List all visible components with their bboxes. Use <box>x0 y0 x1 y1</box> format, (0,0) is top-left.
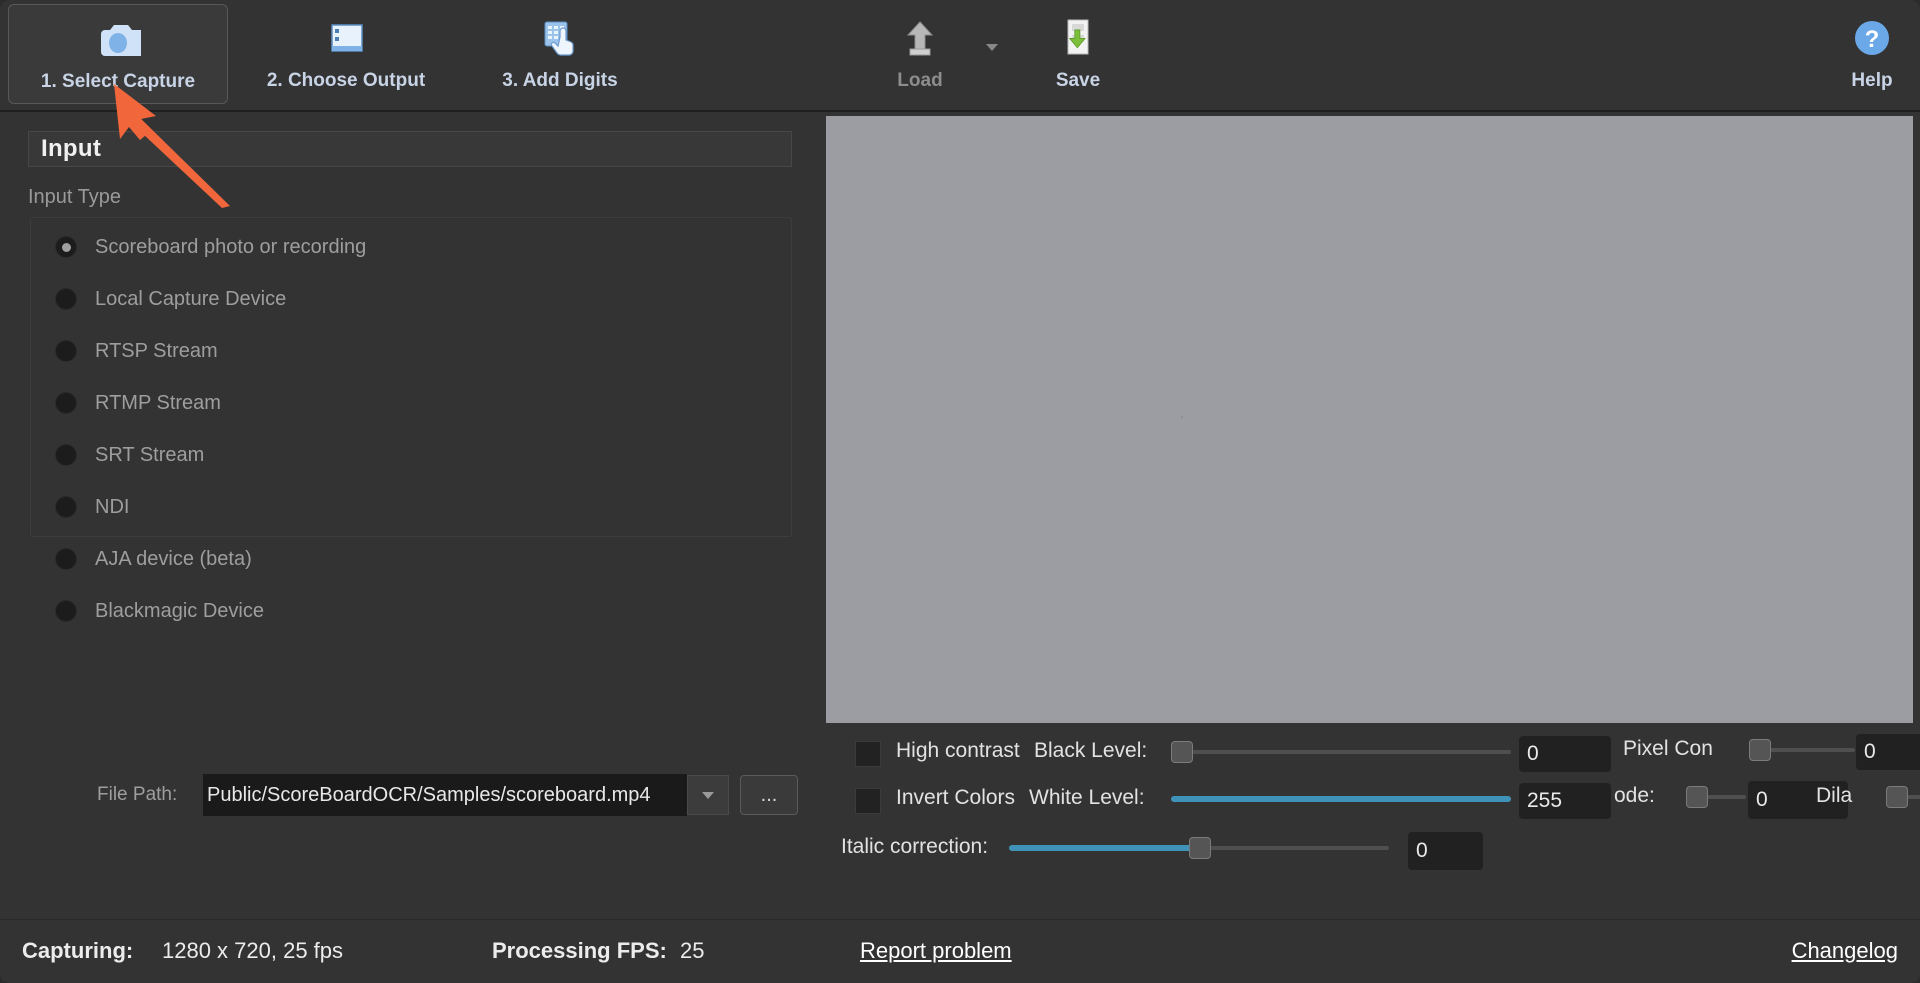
file-path-browse-button[interactable]: ... <box>740 775 798 815</box>
file-path-row: File Path: ... <box>0 774 824 816</box>
radio-indicator-icon <box>55 392 77 414</box>
keypad-hand-icon <box>538 14 582 62</box>
black-level-label: Black Level: <box>1034 739 1148 762</box>
help-button[interactable]: ? Help <box>1832 4 1912 104</box>
dilate-label: Dila <box>1816 784 1853 807</box>
input-type-label: Input Type <box>28 186 122 208</box>
input-group-title: Input <box>41 135 102 162</box>
input-group-header: Input <box>28 131 792 167</box>
invert-colors-checkbox[interactable] <box>855 788 881 814</box>
toolbar-step-choose-output[interactable]: 2. Choose Output <box>236 4 456 104</box>
capturing-label: Capturing: <box>22 938 134 963</box>
load-label: Load <box>897 70 943 91</box>
radio-rtsp-stream[interactable]: RTSP Stream <box>55 336 218 366</box>
video-preview-area[interactable] <box>826 116 1913 723</box>
radio-srt-stream[interactable]: SRT Stream <box>55 440 204 470</box>
radio-indicator-icon <box>55 600 77 622</box>
radio-label: AJA device (beta) <box>95 547 252 570</box>
processing-fps-label: Processing FPS: <box>492 938 667 963</box>
question-circle-icon: ? <box>1851 14 1893 62</box>
save-button[interactable]: Save <box>1018 4 1138 104</box>
load-button[interactable]: Load <box>860 4 980 104</box>
italic-correction-value[interactable]: 0 <box>1408 832 1483 870</box>
toolbar-step-label: 3. Add Digits <box>502 70 618 91</box>
main-toolbar: 1. Select Capture 2. Choose Output 3. Ad… <box>0 0 1920 112</box>
invert-colors-label: Invert Colors <box>896 786 1016 809</box>
radio-label: Local Capture Device <box>95 287 287 310</box>
white-level-value[interactable]: 255 <box>1519 783 1611 819</box>
radio-label: Blackmagic Device <box>95 599 264 622</box>
slider-fill <box>1009 845 1199 851</box>
file-path-input[interactable] <box>203 774 687 816</box>
toolbar-step-label: 1. Select Capture <box>40 71 196 92</box>
radio-label: Scoreboard photo or recording <box>95 235 367 258</box>
radio-aja-device[interactable]: AJA device (beta) <box>55 544 252 574</box>
slider-handle[interactable] <box>1686 786 1708 808</box>
camera-icon <box>95 15 141 63</box>
radio-indicator-icon <box>55 548 77 570</box>
radio-indicator-icon <box>55 236 77 258</box>
pixel-con-slider[interactable] <box>1749 739 1855 761</box>
radio-scoreboard-photo-or-recording[interactable]: Scoreboard photo or recording <box>55 232 366 262</box>
slider-handle[interactable] <box>1749 739 1771 761</box>
changelog-link[interactable]: Changelog <box>1792 938 1898 964</box>
slider-track <box>1171 750 1511 754</box>
high-contrast-label: High contrast <box>896 739 1020 762</box>
dilate-slider[interactable] <box>1886 786 1920 808</box>
radio-indicator-icon <box>55 288 77 310</box>
input-settings-panel: Input Input Type Scoreboard photo or rec… <box>0 114 824 919</box>
app-window: 1. Select Capture 2. Choose Output 3. Ad… <box>0 0 1920 983</box>
radio-label: NDI <box>95 495 130 518</box>
radio-label: SRT Stream <box>95 443 205 466</box>
black-level-value[interactable]: 0 <box>1519 736 1611 772</box>
radio-indicator-icon <box>55 340 77 362</box>
pixel-con-value[interactable]: 0 <box>1856 734 1920 770</box>
status-bar: Capturing: 1280 x 720, 25 fps Processing… <box>0 919 1920 983</box>
radio-label: RTMP Stream <box>95 391 221 414</box>
toolbar-step-label: 2. Choose Output <box>266 70 426 91</box>
toolbar-step-select-capture[interactable]: 1. Select Capture <box>8 4 228 104</box>
file-path-caret-down-icon[interactable] <box>687 775 729 815</box>
load-dropdown-caret-down-icon[interactable] <box>984 40 1000 58</box>
processing-fps-value: 25 <box>680 938 705 963</box>
capturing-value: 1280 x 720, 25 fps <box>162 938 344 963</box>
high-contrast-checkbox[interactable] <box>855 741 881 767</box>
radio-blackmagic-device[interactable]: Blackmagic Device <box>55 596 264 626</box>
file-path-label: File Path: <box>97 784 178 805</box>
mode-slider[interactable] <box>1686 786 1746 808</box>
radio-label: RTSP Stream <box>95 339 218 362</box>
save-label: Save <box>1055 70 1101 91</box>
pixel-con-label: Pixel Con <box>1623 737 1713 760</box>
italic-correction-label: Italic correction: <box>841 835 989 858</box>
radio-local-capture-device[interactable]: Local Capture Device <box>55 284 286 314</box>
report-problem-link[interactable]: Report problem <box>860 938 1012 964</box>
svg-text:?: ? <box>1865 26 1880 53</box>
help-label: Help <box>1851 70 1893 91</box>
save-download-icon <box>1056 14 1100 62</box>
italic-correction-slider[interactable] <box>1009 837 1389 859</box>
white-level-slider[interactable] <box>1171 788 1511 810</box>
radio-ndi[interactable]: NDI <box>55 492 129 522</box>
input-type-radio-group: Scoreboard photo or recording Local Capt… <box>30 217 792 622</box>
window-icon <box>324 14 368 62</box>
slider-handle[interactable] <box>1886 786 1908 808</box>
slider-fill <box>1171 796 1511 802</box>
toolbar-step-add-digits[interactable]: 3. Add Digits <box>460 4 660 104</box>
radio-indicator-icon <box>55 496 77 518</box>
mode-label: ode: <box>1614 784 1655 807</box>
slider-handle[interactable] <box>1189 837 1211 859</box>
white-level-label: White Level: <box>1029 786 1145 809</box>
slider-handle[interactable] <box>1171 741 1193 763</box>
radio-indicator-icon <box>55 444 77 466</box>
preview-pixel-marker <box>1181 416 1183 418</box>
upload-arrow-icon <box>898 14 942 62</box>
black-level-slider[interactable] <box>1171 741 1511 763</box>
image-adjustment-controls: High contrast Black Level: 0 Pixel Con 0… <box>826 725 1920 915</box>
radio-rtmp-stream[interactable]: RTMP Stream <box>55 388 221 418</box>
